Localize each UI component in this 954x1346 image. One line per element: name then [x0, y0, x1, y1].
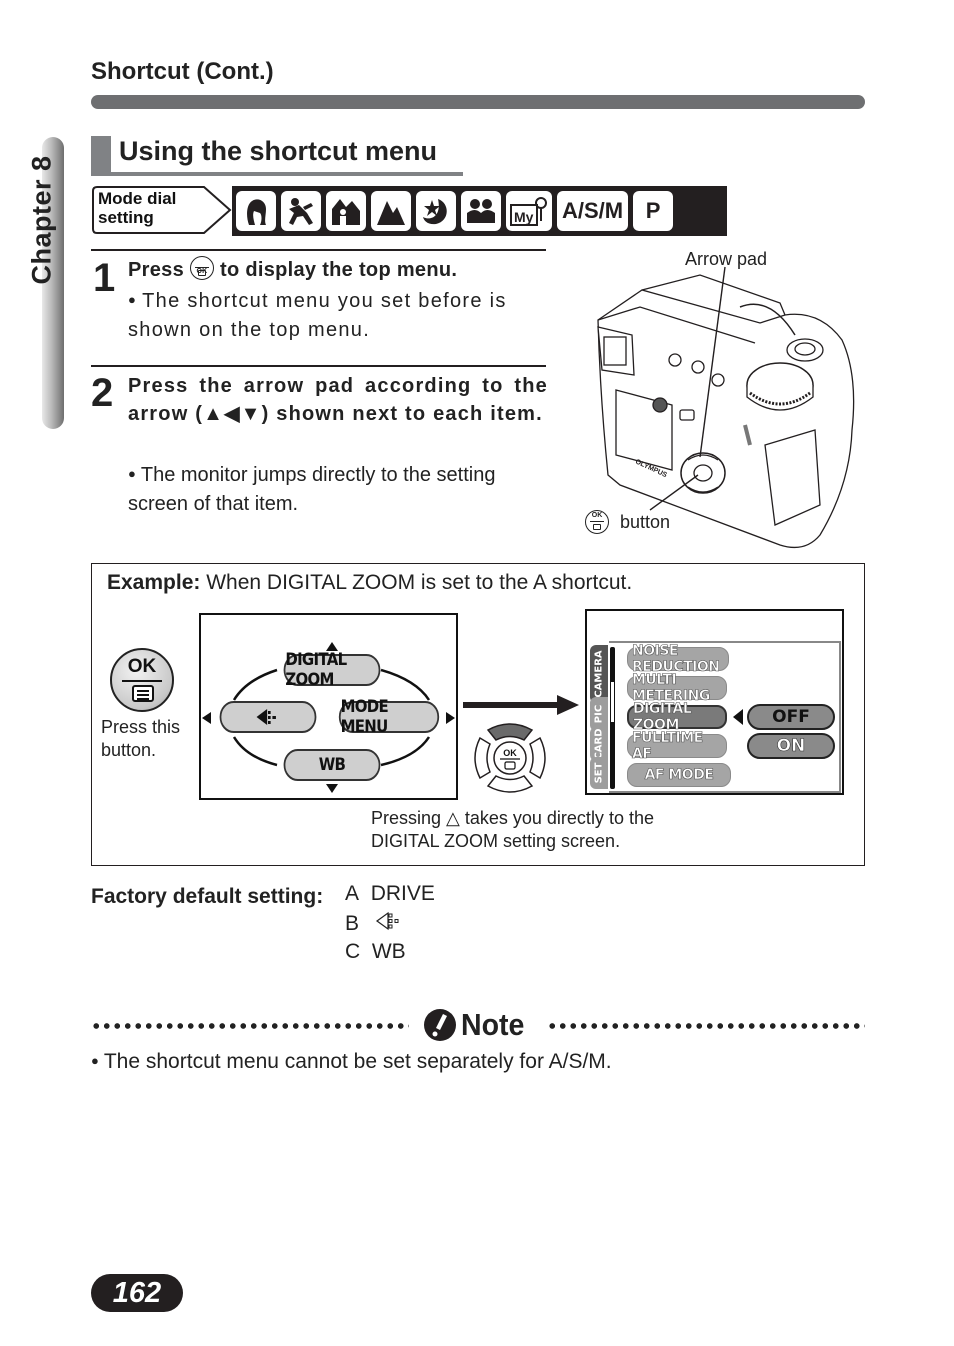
shortcut-down-wb[interactable]: WB: [283, 749, 381, 781]
camera-illustration: OLYMPUS: [580, 245, 870, 555]
flash-mode-icon: [375, 911, 399, 931]
tab-camera[interactable]: CAMERA: [590, 645, 608, 703]
menu-item-noise-reduction[interactable]: NOISE REDUCTION: [627, 643, 729, 675]
chapter-label: Chapter 8: [26, 155, 57, 285]
factory-default-row: A DRIVE: [345, 882, 435, 905]
shortcut-up-digital-zoom[interactable]: DIGITAL ZOOM: [283, 650, 381, 690]
step-divider: [91, 249, 546, 251]
ok-button-icon: OK: [585, 510, 609, 534]
svg-text:My: My: [514, 209, 534, 225]
dotted-rule: [91, 1022, 409, 1030]
note-icon: [424, 1009, 456, 1041]
left-arrow-icon: [202, 712, 211, 724]
digital-zoom-setting-screen: CAMERA PIC CARD SET NOISE REDUCTION MULT…: [585, 609, 844, 795]
flow-arrow-icon: [463, 695, 579, 715]
ok-button-label: button: [620, 512, 671, 532]
note-header: Note: [91, 1007, 865, 1047]
tab-pic[interactable]: PIC: [590, 697, 608, 731]
option-off[interactable]: OFF: [747, 704, 835, 730]
mode-dial-label: Mode dial setting: [92, 186, 232, 234]
svg-text:OK: OK: [503, 748, 517, 758]
factory-default-label: Factory default setting:: [91, 885, 324, 908]
menu-item-digital-zoom[interactable]: DIGITAL ZOOM: [627, 701, 727, 733]
menu-item-af-mode[interactable]: AF MODE: [627, 763, 731, 787]
my-mode-icon: My: [506, 191, 552, 231]
tab-set[interactable]: SET: [590, 757, 608, 789]
top-menu-screen: DIGITAL ZOOM MODE MENU WB: [199, 613, 458, 800]
asm-mode: A/S/M: [557, 191, 629, 231]
flash-mode-icon: [256, 709, 276, 725]
step-title: Press OK to display the top menu.: [128, 256, 457, 284]
menu-item-multi-metering[interactable]: MULTI METERING: [627, 672, 727, 704]
portrait-icon: [236, 191, 276, 231]
shortcut-left-flash[interactable]: [219, 701, 317, 733]
ok-menu-button[interactable]: OK: [110, 648, 174, 712]
scrollbar[interactable]: [610, 647, 615, 789]
mode-dial-strip: My A/S/M P: [232, 186, 727, 236]
header-divider: [91, 95, 865, 109]
sports-icon: [281, 191, 321, 231]
step-divider: [91, 365, 546, 367]
page-number: 162: [91, 1274, 183, 1312]
down-arrow-icon: [326, 784, 338, 793]
arrow-pad-icon: OK: [474, 723, 546, 793]
landscape-icon: [371, 191, 411, 231]
shortcut-right-mode-menu[interactable]: MODE MENU: [338, 697, 440, 737]
program-mode: P: [633, 191, 674, 231]
title-underline: [91, 172, 463, 176]
step-number: 2: [91, 371, 114, 415]
menu-item-fulltime-af[interactable]: FULLTIME AF: [627, 730, 727, 762]
step-number: 1: [93, 256, 116, 300]
selection-arrow-icon: [733, 709, 743, 725]
self-portrait-icon: [461, 191, 501, 231]
ok-button-icon: OK: [190, 256, 214, 280]
title-accent-bar: [91, 136, 111, 176]
note-bullet: The shortcut menu cannot be set separate…: [91, 1050, 612, 1074]
landscape-portrait-icon: [326, 191, 366, 231]
section-header: Shortcut (Cont.): [91, 58, 274, 85]
ok-button-caption: Press this button.: [101, 717, 181, 760]
example-heading: Example: When DIGITAL ZOOM is set to the…: [107, 571, 633, 594]
step-bullet: The shortcut menu you set before is show…: [128, 285, 548, 345]
tab-card[interactable]: CARD: [590, 727, 608, 761]
option-on[interactable]: ON: [747, 733, 835, 759]
factory-default-row: B: [345, 911, 403, 936]
example-caption: Pressing △ takes you directly to the DIGI…: [371, 808, 654, 851]
dotted-rule: [547, 1022, 865, 1030]
factory-default-row: C WB: [345, 940, 406, 963]
night-scene-icon: [416, 191, 456, 231]
page-title: Using the shortcut menu: [91, 136, 463, 176]
step-bullet: The monitor jumps directly to the settin…: [128, 459, 548, 519]
right-arrow-icon: [446, 712, 455, 724]
step-title: Press the arrow pad according to the arr…: [128, 375, 548, 425]
